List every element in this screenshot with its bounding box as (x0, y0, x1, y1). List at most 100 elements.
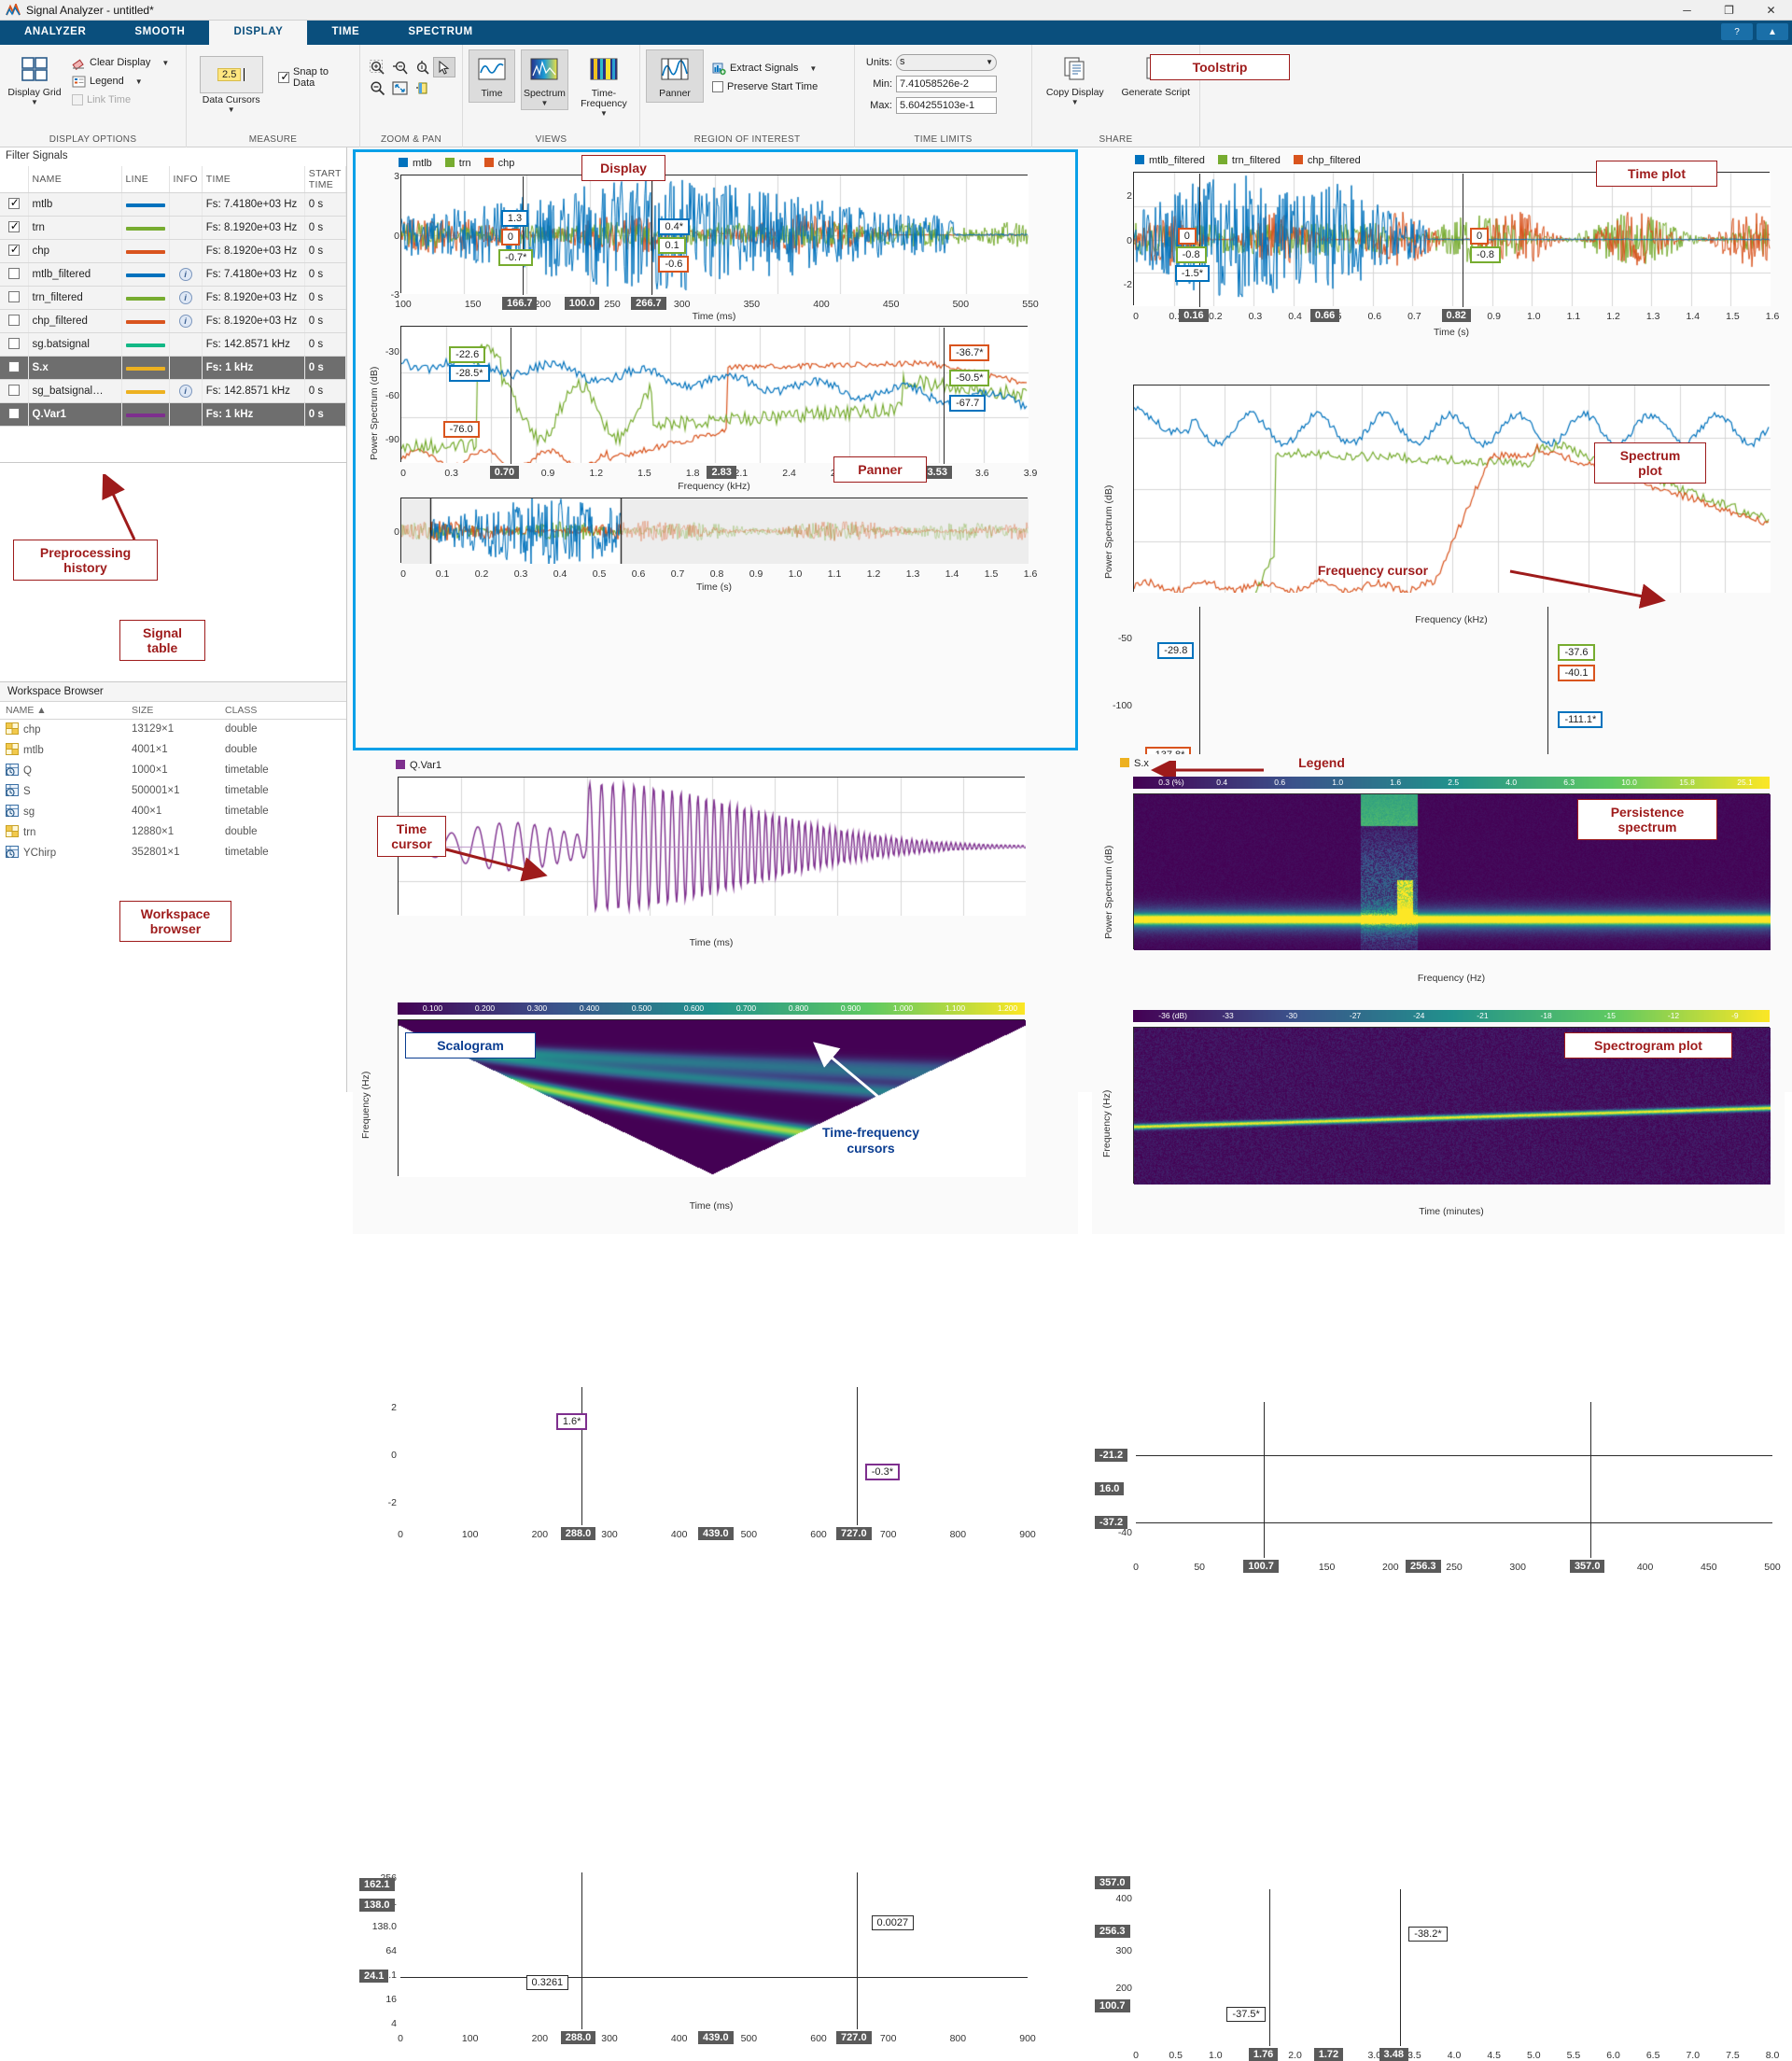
chevron-down-icon[interactable]: ▼ (161, 59, 169, 67)
center-time-plot-axes[interactable] (400, 175, 1029, 294)
list-item[interactable]: sg 400×1 timetable (0, 801, 346, 821)
link-time-toggle[interactable]: Link Time (69, 91, 172, 109)
ribbon-collapse-button[interactable]: ▲ (1757, 23, 1788, 40)
y-cursor-label[interactable]: 16.0 (1095, 1482, 1125, 1495)
cursor-line[interactable] (651, 176, 653, 295)
signal-checkbox-cell[interactable] (0, 379, 29, 403)
filter-signals-input[interactable]: Filter Signals (0, 147, 346, 166)
legend-item-chp[interactable]: chp (483, 158, 514, 169)
legend-item-chp-filtered[interactable]: chp_filtered (1293, 155, 1361, 166)
legend-item-sx[interactable]: S.x (1120, 758, 1149, 769)
signal-checkbox-cell[interactable] (0, 309, 29, 333)
signal-checkbox-cell[interactable] (0, 286, 29, 310)
col-name[interactable]: NAME (28, 166, 122, 193)
col-line[interactable]: LINE (121, 166, 170, 193)
maximize-button[interactable]: ❐ (1708, 0, 1750, 21)
pan-icon[interactable] (411, 77, 433, 98)
y-cursor-label[interactable]: 162.1 (359, 1878, 395, 1891)
data-tip-trn-2[interactable]: -50.5* (949, 370, 990, 386)
chevron-down-icon[interactable]: ▼ (31, 99, 38, 106)
wb-col-size[interactable]: SIZE (126, 701, 219, 720)
signal-checkbox-cell[interactable] (0, 262, 29, 287)
info-icon[interactable]: i (178, 315, 192, 328)
y-cursor-label[interactable]: 256.3 (1095, 1925, 1130, 1938)
cursor-delta-label[interactable]: 439.0 (698, 2031, 734, 2044)
snap-to-data-toggle[interactable]: Snap to Data (275, 66, 354, 89)
tab-spectrum[interactable]: SPECTRUM (384, 21, 497, 45)
info-icon[interactable]: i (178, 268, 192, 281)
preserve-start-time-checkbox[interactable] (712, 81, 723, 92)
signal-visibility-checkbox[interactable] (7, 384, 20, 396)
legend-item-trn[interactable]: trn (444, 158, 471, 169)
data-tip-chp-2[interactable]: 0 (1470, 228, 1490, 245)
cursor-label[interactable]: 727.0 (836, 2031, 872, 2044)
data-tip-chp-2[interactable]: -0.6 (658, 256, 690, 273)
y-cursor-line[interactable] (400, 1977, 1028, 1978)
spectrum-view-button[interactable]: Spectrum ▼ (520, 49, 568, 110)
y-cursor-label[interactable]: 100.7 (1095, 1999, 1130, 2012)
cursor-delta-label[interactable]: 2.83 (707, 466, 736, 479)
col-start-time[interactable]: START TIME (304, 166, 346, 193)
data-tip-spectrogram-2[interactable]: -37.5* (1226, 2007, 1266, 2022)
data-tip-mtlb[interactable]: 1.3 (500, 210, 529, 227)
cursor-label[interactable]: 3.53 (922, 466, 952, 479)
data-tip-mtlb-2[interactable]: -111.1* (1558, 711, 1603, 728)
cursor-delta-label[interactable]: 100.0 (564, 297, 600, 310)
cursor-line[interactable] (1199, 174, 1201, 307)
list-item[interactable]: mtlb 4001×1 double (0, 739, 346, 760)
spectrogram-panel[interactable]: -36 (dB) -33 -30 -27 -24 -21 -18 -15 -12 -9 400 30… (1092, 1008, 1785, 2061)
col-time[interactable]: TIME (202, 166, 305, 193)
legend-item-trn-filtered[interactable]: trn_filtered (1217, 155, 1281, 166)
data-tip-trn-2[interactable]: -0.8 (1470, 246, 1502, 263)
clear-display-button[interactable]: Clear Display ▼ (69, 53, 172, 72)
data-tip-mtlb[interactable]: -28.5* (449, 365, 490, 382)
cursor-delta-label[interactable]: 1.72 (1313, 2048, 1344, 2061)
fit-to-view-icon[interactable] (388, 77, 411, 98)
cursor-line[interactable] (581, 1872, 582, 2029)
center-spectrum-plot-axes[interactable] (400, 326, 1029, 463)
data-tip-mtlb-2[interactable]: 0.4* (658, 218, 691, 235)
signal-checkbox-cell[interactable] (0, 332, 29, 357)
data-tip-trn-2[interactable]: -37.6 (1558, 644, 1595, 661)
chevron-down-icon[interactable]: ▼ (1071, 99, 1079, 106)
panner-button[interactable]: Panner (646, 49, 704, 103)
display-grid-button[interactable]: Display Grid ▼ (6, 49, 63, 108)
tab-display[interactable]: DISPLAY (209, 21, 308, 45)
cursor-delta-label[interactable]: 439.0 (698, 1527, 734, 1540)
signal-visibility-checkbox[interactable] (7, 407, 20, 419)
signal-visibility-checkbox[interactable] (7, 196, 20, 209)
data-tip-chp[interactable]: 0 (1177, 228, 1197, 245)
legend-item-mtlb-filtered[interactable]: mtlb_filtered (1135, 155, 1205, 166)
q-var1-time-panel[interactable]: Q.Var1 2 0 -2 0 100 200 300 400 500 600 700 800 900 2… (353, 756, 1078, 1540)
time-view-button[interactable]: Time (469, 49, 515, 103)
filtered-time-panel[interactable]: mtlb_filtered trn_filtered chp_filtered … (1092, 149, 1785, 364)
y-cursor-label[interactable]: 138.0 (359, 1899, 395, 1912)
cursor-line[interactable] (581, 1387, 582, 1525)
data-tip-chp[interactable]: -76.0 (442, 421, 480, 438)
cursor-line[interactable] (1589, 1402, 1591, 1558)
data-tip-scalogram-2[interactable]: 0.0027 (871, 1915, 915, 1930)
signal-visibility-checkbox[interactable] (7, 267, 20, 279)
table-row[interactable]: chp Fs: 8.1920e+03 Hz0 s (0, 239, 346, 263)
data-tip-scalogram-1[interactable]: 0.3261 (525, 1975, 569, 1990)
table-row[interactable]: sg.batsignal Fs: 142.8571 kHz 0 s (0, 332, 346, 357)
scalogram-panel[interactable]: 0.100 0.200 0.300 0.400 0.500 0.600 0.700 0.800… (353, 999, 1078, 2044)
tab-analyzer[interactable]: ANALYZER (0, 21, 110, 45)
data-tip-trn[interactable]: -0.7* (498, 249, 534, 266)
data-tip-chp-2[interactable]: -36.7* (949, 344, 990, 361)
table-row[interactable]: mtlb_filtered i Fs: 7.4180e+03 Hz 0 s (0, 262, 346, 287)
snap-to-data-checkbox[interactable] (278, 70, 289, 83)
data-cursors-button[interactable]: 2.5 Data Cursors ▼ (192, 53, 270, 116)
chevron-down-icon[interactable]: ▼ (809, 64, 817, 73)
y-cursor-label[interactable]: 357.0 (1095, 1876, 1130, 1889)
info-icon[interactable]: i (178, 385, 192, 398)
cursor-label[interactable]: 100.7 (1243, 1560, 1279, 1573)
link-time-checkbox[interactable] (72, 94, 83, 105)
y-cursor-line[interactable] (1136, 1455, 1772, 1456)
signal-checkbox-cell[interactable] (0, 239, 29, 263)
table-row[interactable]: S.x Fs: 1 kHz 0 s (0, 356, 346, 380)
info-icon[interactable]: i (178, 291, 192, 304)
zoom-out-icon[interactable] (366, 77, 388, 98)
close-button[interactable]: ✕ (1750, 0, 1792, 21)
persistence-spectrum-panel[interactable]: S.x Legend 0.3 (%) 0.4 0.6 1.0 1.6 2.5 4.0 6.3 1… (1092, 754, 1785, 1573)
